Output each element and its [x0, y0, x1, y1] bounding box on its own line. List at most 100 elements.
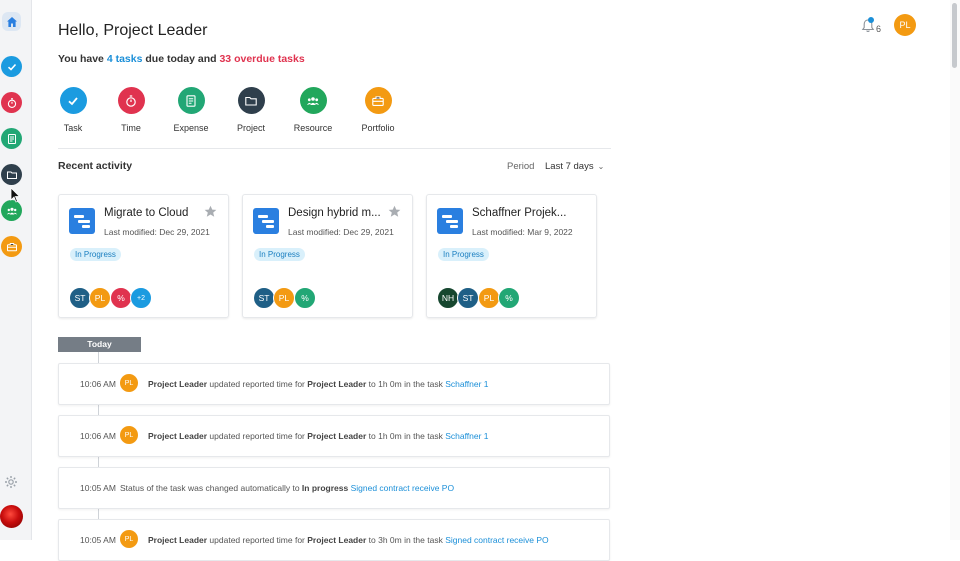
mouse-cursor-icon [10, 187, 20, 203]
quick-action-label: Portfolio [361, 123, 395, 133]
sidebar-item-expense[interactable] [1, 128, 22, 149]
check-icon [7, 63, 16, 71]
expense-circle[interactable] [177, 87, 205, 114]
quick-actions: Task Time Expense Project Resource Portf… [58, 87, 613, 137]
sidebar-item-time[interactable] [1, 92, 22, 113]
card-title: Design hybrid m... [288, 207, 381, 219]
star-icon[interactable] [204, 205, 217, 218]
quick-action-expense[interactable]: Expense [161, 87, 221, 133]
avatar[interactable]: PL [478, 287, 500, 309]
gear-icon[interactable] [4, 475, 18, 489]
portfolio-circle[interactable] [364, 87, 392, 114]
activity-time: 10:06 AM [80, 379, 116, 389]
scrollbar-thumb[interactable] [952, 3, 957, 68]
star-icon[interactable] [388, 205, 401, 218]
period-label: Period [507, 161, 535, 172]
avatar[interactable]: PL [120, 374, 138, 392]
check-icon [68, 96, 78, 105]
header-actions: 6 PL [860, 14, 930, 38]
notification-dot [868, 17, 874, 23]
quick-action-task[interactable]: Task [43, 87, 103, 133]
activity-entry: 10:05 AM PL Project Leader updated repor… [58, 519, 610, 561]
task-link[interactable]: Signed contract receive PO [351, 483, 454, 493]
more-members-badge[interactable]: +2 [130, 287, 152, 309]
card-title: Migrate to Cloud [104, 207, 189, 219]
recent-activity-title: Recent activity [58, 160, 133, 172]
main-content: Hello, Project Leader You have 4 tasks d… [58, 0, 613, 561]
scrollbar[interactable] [950, 0, 960, 540]
period-value: Last 7 days [545, 161, 594, 172]
project-card[interactable]: Migrate to Cloud Last modified: Dec 29, … [58, 194, 229, 318]
task-link[interactable]: Signed contract receive PO [445, 535, 548, 545]
quick-action-portfolio[interactable]: Portfolio [348, 87, 408, 133]
status-badge: In Progress [438, 248, 489, 261]
card-modified: Last modified: Mar 9, 2022 [472, 227, 573, 237]
avatar[interactable]: % [498, 287, 520, 309]
sidebar-item-portfolio[interactable] [1, 236, 22, 257]
task-link[interactable]: Schaffner 1 [445, 431, 488, 441]
task-circle[interactable] [59, 87, 87, 114]
people-icon [307, 96, 319, 105]
sidebar-item-task[interactable] [1, 56, 22, 77]
receipt-icon [7, 133, 16, 144]
activity-text: Status of the task was changed automatic… [120, 483, 455, 493]
activity-entry: 10:06 AM PL Project Leader updated repor… [58, 415, 610, 457]
sidebar-item-project[interactable] [1, 164, 22, 185]
project-gantt-icon [69, 208, 95, 234]
card-modified: Last modified: Dec 29, 2021 [104, 227, 210, 237]
activity-text: Project Leader updated reported time for… [148, 379, 489, 389]
summary-middle: due today and [142, 53, 220, 65]
overdue-tasks-link[interactable]: 33 overdue tasks [219, 53, 304, 65]
summary-prefix: You have [58, 53, 107, 65]
avatar[interactable]: PL [894, 14, 916, 36]
folder-icon [245, 96, 257, 106]
briefcase-icon [6, 242, 17, 251]
avatar[interactable]: % [110, 287, 132, 309]
activity-entry: 10:06 AM PL Project Leader updated repor… [58, 363, 610, 405]
activity-text: Project Leader updated reported time for… [148, 431, 489, 441]
sidebar-item-resource[interactable] [1, 200, 22, 221]
today-label: Today [58, 337, 141, 352]
status-badge: In Progress [254, 248, 305, 261]
time-circle[interactable] [117, 87, 145, 114]
avatar[interactable]: PL [89, 287, 111, 309]
project-card[interactable]: Design hybrid m... Last modified: Dec 29… [242, 194, 413, 318]
quick-action-time[interactable]: Time [101, 87, 161, 133]
page-title: Hello, Project Leader [58, 22, 208, 39]
card-modified: Last modified: Dec 29, 2021 [288, 227, 394, 237]
activity-entry: 10:05 AM Status of the task was changed … [58, 467, 610, 509]
folder-icon [6, 171, 17, 179]
tasks-today-link[interactable]: 4 tasks [107, 53, 143, 65]
quick-action-label: Resource [293, 123, 333, 133]
quick-action-label: Expense [173, 123, 209, 133]
stopwatch-icon [126, 94, 136, 107]
activity-time: 10:05 AM [80, 535, 116, 545]
quick-action-resource[interactable]: Resource [283, 87, 343, 133]
people-icon [6, 207, 17, 214]
briefcase-icon [372, 95, 384, 106]
task-link[interactable]: Schaffner 1 [445, 379, 488, 389]
sidebar-item-home[interactable] [2, 12, 21, 31]
quick-action-label: Task [63, 123, 83, 133]
avatar[interactable]: NH [437, 287, 459, 309]
avatar[interactable]: PL [120, 426, 138, 444]
project-gantt-icon [253, 208, 279, 234]
avatar[interactable]: ST [253, 287, 275, 309]
status-badge: In Progress [70, 248, 121, 261]
avatar[interactable]: ST [69, 287, 91, 309]
section-divider [58, 148, 611, 149]
user-avatar[interactable] [0, 505, 23, 528]
project-circle[interactable] [237, 87, 265, 114]
project-gantt-icon [437, 208, 463, 234]
project-card[interactable]: Schaffner Projek... Last modified: Mar 9… [426, 194, 597, 318]
notification-count: 6 [876, 24, 882, 34]
avatar[interactable]: ST [457, 287, 479, 309]
quick-action-project[interactable]: Project [221, 87, 281, 133]
period-dropdown[interactable]: Last 7 days ⌄ [545, 161, 604, 172]
avatar[interactable]: PL [120, 530, 138, 548]
avatar[interactable]: % [294, 287, 316, 309]
avatar[interactable]: PL [273, 287, 295, 309]
resource-circle[interactable] [299, 87, 327, 114]
receipt-icon [186, 94, 196, 107]
quick-action-label: Project [236, 123, 265, 133]
